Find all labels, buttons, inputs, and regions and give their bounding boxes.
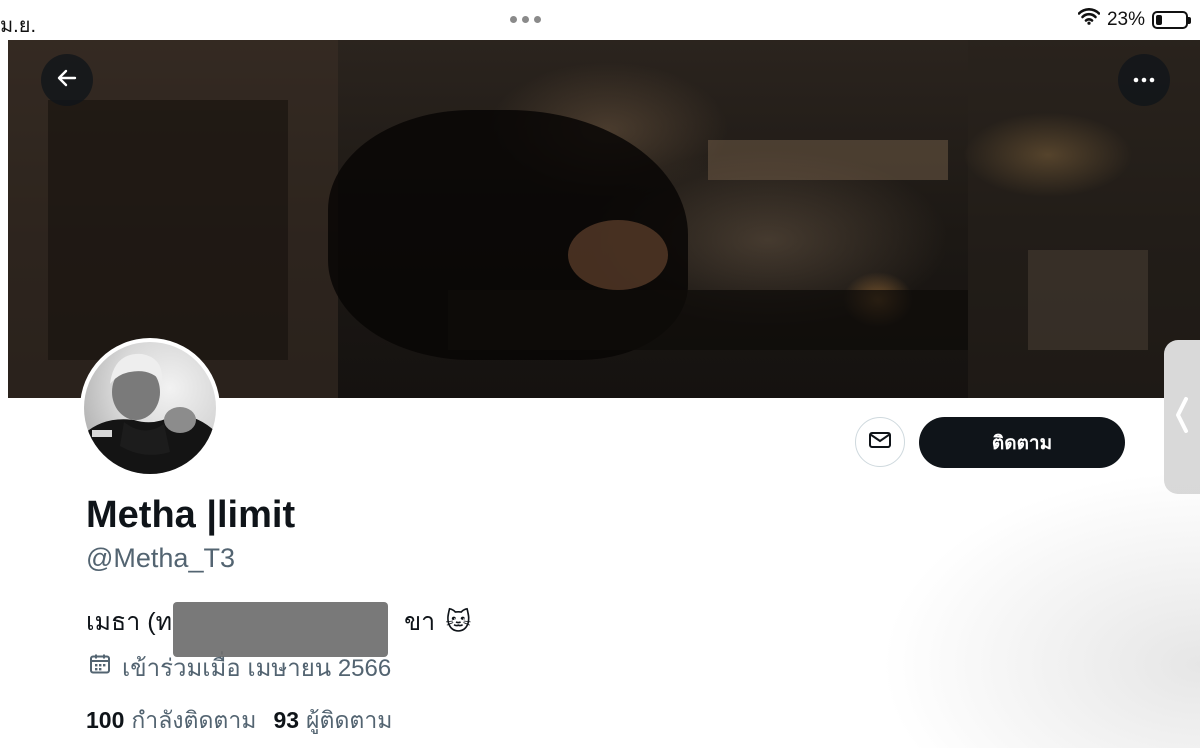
more-options-button[interactable]: [1118, 54, 1170, 106]
following-count[interactable]: 100: [86, 707, 124, 734]
bio-start: เมธา (ท: [86, 608, 173, 636]
wifi-icon: [1077, 8, 1101, 31]
envelope-icon: [868, 430, 892, 455]
profile-banner[interactable]: [8, 40, 1200, 398]
follow-button[interactable]: ติดตาม: [919, 417, 1125, 468]
status-date: ม.ย.: [0, 15, 37, 37]
redaction-box: [173, 602, 388, 657]
avatar[interactable]: [80, 338, 220, 478]
bio-end: ขา: [404, 608, 436, 636]
more-horizontal-icon: [1132, 71, 1156, 89]
battery-icon: [1152, 10, 1191, 29]
following-label[interactable]: กำลังติดตาม: [131, 703, 256, 739]
arrow-left-icon: [55, 66, 79, 95]
follow-stats: 100 กำลังติดตาม 93 ผู้ติดตาม: [86, 703, 409, 739]
profile-handle: @Metha_T3: [86, 543, 235, 573]
display-name: Metha |limit: [86, 494, 296, 536]
background-glare: [880, 470, 1200, 748]
status-indicators: 23%: [1077, 8, 1191, 31]
calendar-icon: [88, 652, 112, 683]
battery-percent: 23%: [1106, 8, 1145, 30]
chevron-left-icon: [1174, 395, 1190, 440]
status-bar: ม.ย. 23%: [0, 0, 1200, 38]
avatar-photo: [84, 342, 216, 474]
message-button[interactable]: [855, 417, 905, 467]
followers-count[interactable]: 93: [273, 707, 299, 734]
followers-label[interactable]: ผู้ติดตาม: [306, 703, 392, 739]
back-button[interactable]: [41, 54, 93, 106]
cat-emoji-icon: 🐱: [445, 608, 472, 636]
multitasking-dots-icon[interactable]: [510, 16, 541, 23]
